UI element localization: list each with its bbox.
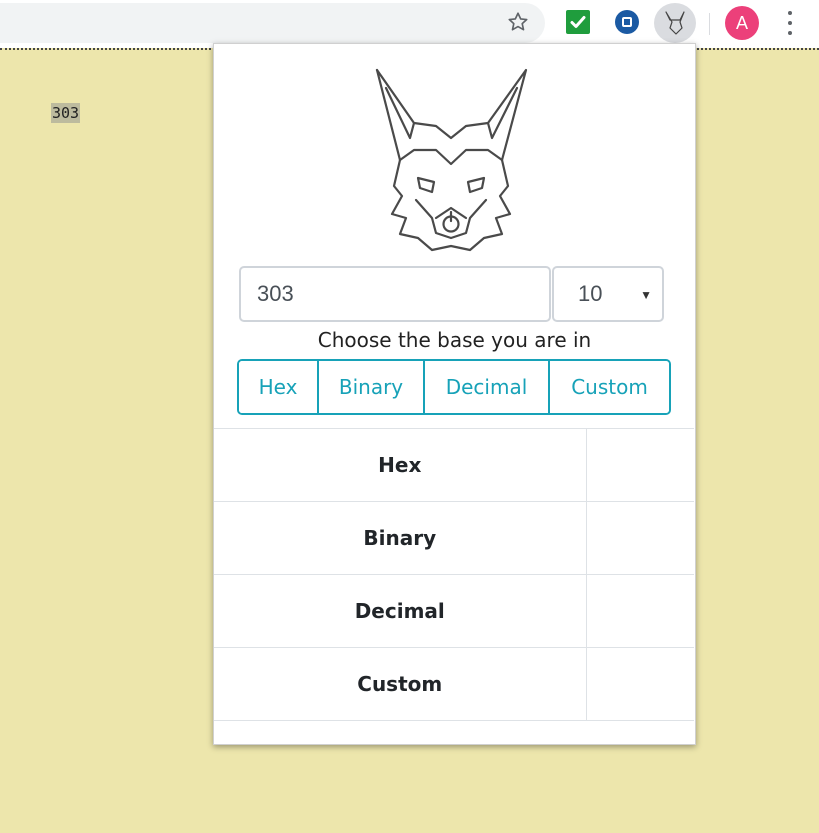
toolbar-separator xyxy=(709,13,710,35)
blue-square-extension-icon[interactable] xyxy=(615,10,639,34)
decimal-result-label: Decimal xyxy=(214,574,587,648)
base-button-group: Hex Binary Decimal Custom xyxy=(237,359,671,415)
hex-button[interactable]: Hex xyxy=(239,361,319,413)
table-row: Binary xyxy=(214,501,694,575)
binary-button[interactable]: Binary xyxy=(319,361,425,413)
base-caption: Choose the base you are in xyxy=(317,328,592,352)
table-row: Hex xyxy=(214,428,694,502)
address-bar[interactable] xyxy=(0,3,545,43)
dropdown-arrow-icon: ▼ xyxy=(640,288,652,302)
decimal-button[interactable]: Decimal xyxy=(425,361,550,413)
checkmark-extension-icon[interactable] xyxy=(566,10,590,34)
fox-extension-icon[interactable] xyxy=(654,3,696,43)
profile-avatar[interactable]: A xyxy=(725,6,759,40)
decimal-result-value xyxy=(586,574,694,648)
number-input[interactable] xyxy=(239,266,551,322)
hex-result-label: Hex xyxy=(214,428,587,502)
base-select-value: 10 xyxy=(578,281,603,306)
table-row: Custom xyxy=(214,647,694,721)
results-table: Hex Binary Decimal Custom xyxy=(214,428,694,721)
base-select[interactable]: 10 ▼ xyxy=(552,266,664,322)
binary-result-label: Binary xyxy=(214,501,587,575)
selected-page-text: 303 xyxy=(51,103,81,123)
extension-popup: 10 ▼ Choose the base you are in Hex Bina… xyxy=(213,43,696,745)
browser-toolbar: A xyxy=(0,0,819,48)
custom-result-value xyxy=(586,647,694,721)
table-row: Decimal xyxy=(214,574,694,648)
fox-power-logo-icon xyxy=(374,68,529,253)
binary-result-value xyxy=(586,501,694,575)
kebab-menu-icon[interactable] xyxy=(786,11,794,35)
custom-result-label: Custom xyxy=(214,647,587,721)
custom-button[interactable]: Custom xyxy=(550,361,669,413)
star-icon[interactable] xyxy=(504,8,532,36)
hex-result-value xyxy=(586,428,694,502)
